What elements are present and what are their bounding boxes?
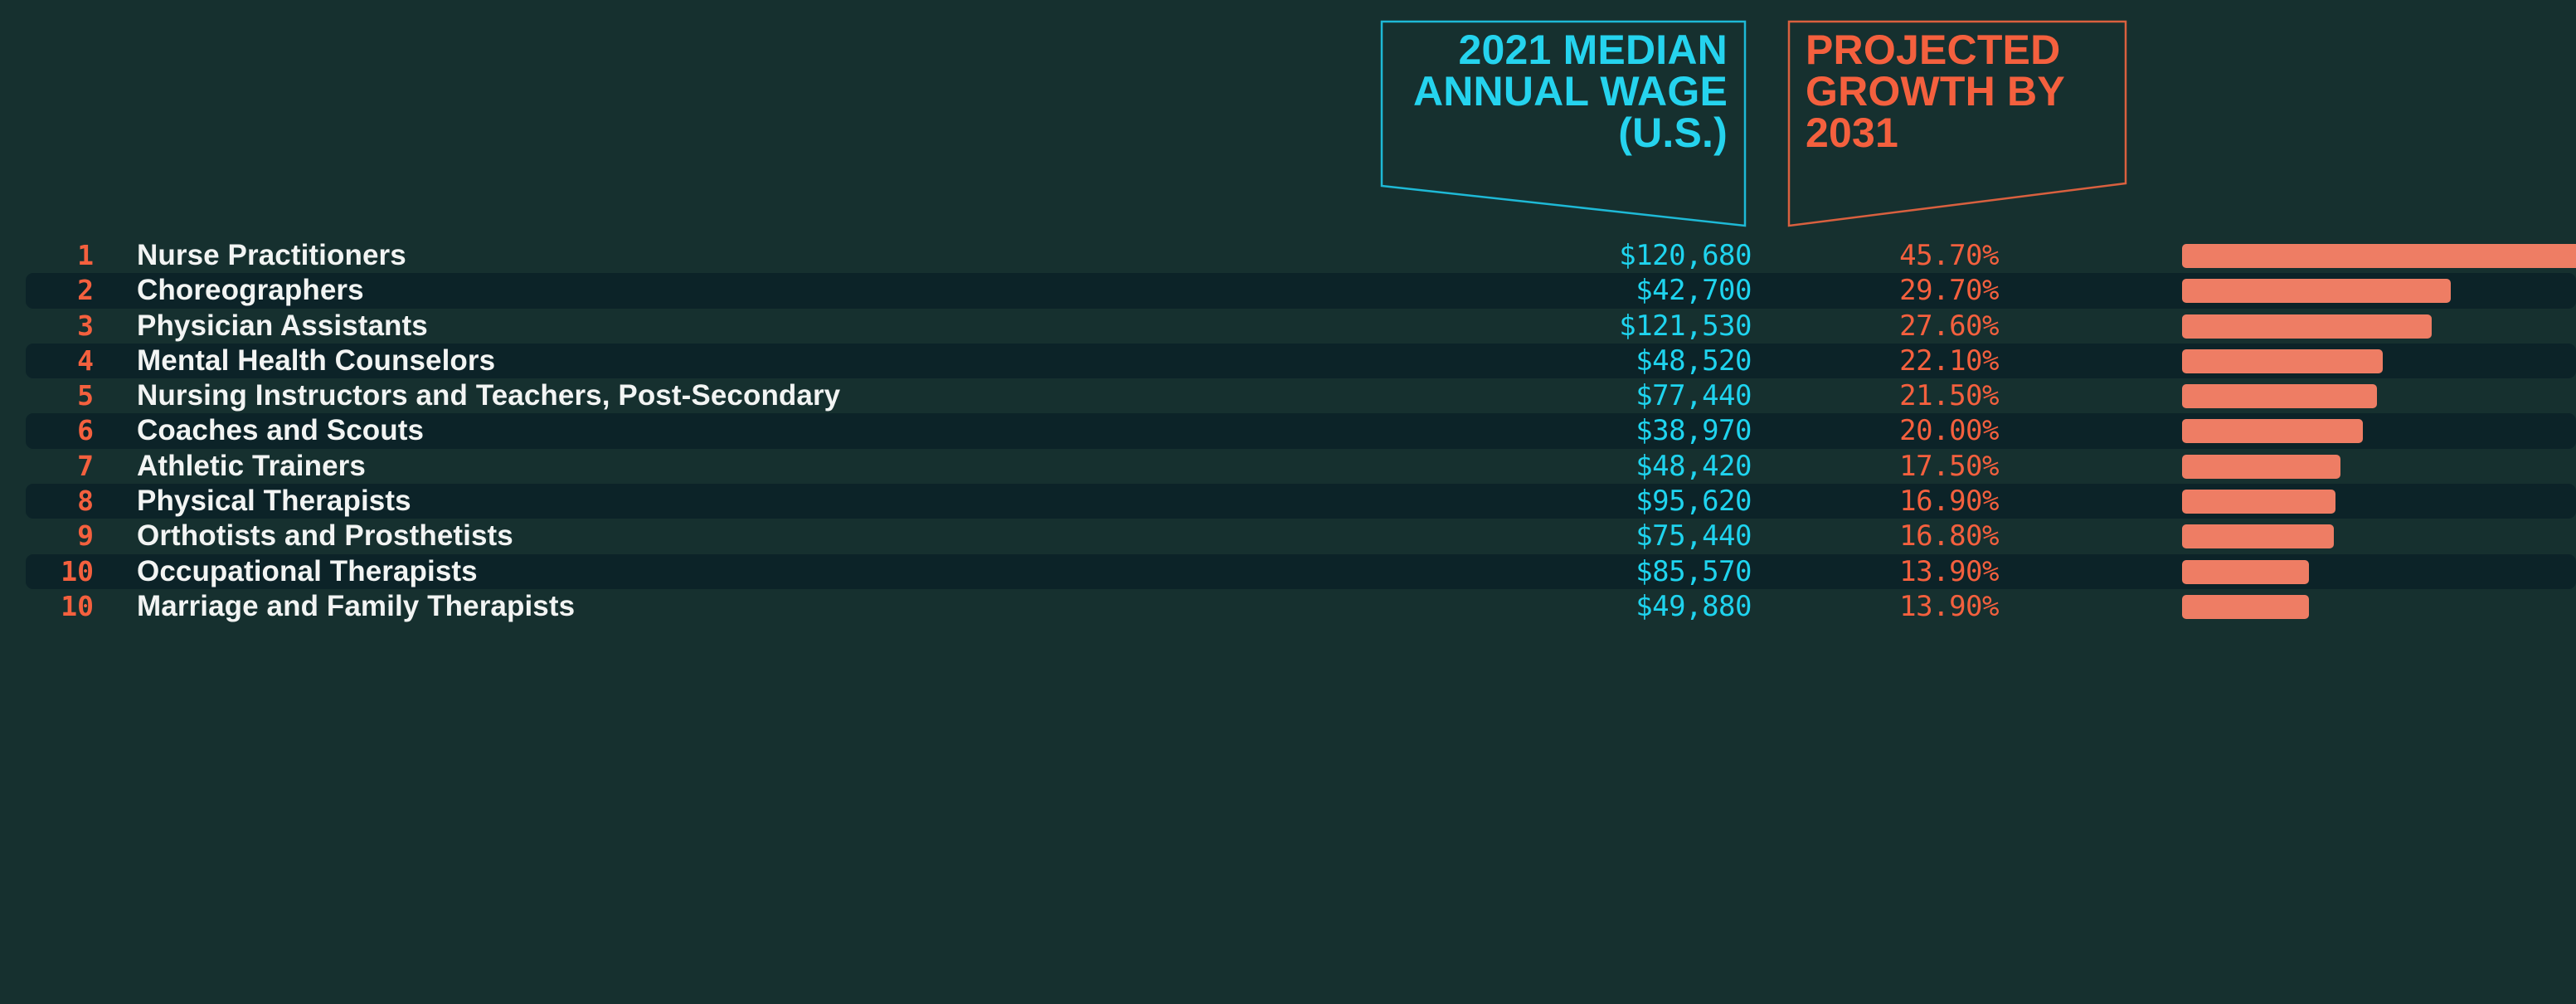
rank-number: 1 [77,239,94,271]
growth-bar [2182,384,2377,409]
rank-number: 6 [77,414,94,447]
growth-bar-track [2182,309,2576,344]
table-row[interactable]: 10 Marriage and Family Therapists $49,880 1… [0,589,2576,624]
median-annual-wage: $48,420 [1636,449,1752,483]
rank-number: 10 [61,554,94,587]
growth-bar [2182,559,2309,584]
rank-number: 8 [77,485,94,518]
growth-header-line3: 2031 [1806,110,1899,156]
growth-bar [2182,490,2335,514]
projected-growth: 16.80% [1899,519,1999,553]
column-headers: 2021 MEDIAN ANNUAL WAGE (U.S.) PROJECTED GR… [0,0,2576,238]
growth-bar [2182,244,2576,268]
growth-bar-track [2182,238,2576,273]
infographic-page: 2021 MEDIAN ANNUAL WAGE (U.S.) PROJECTED GR… [0,0,2576,1004]
median-annual-wage: $95,620 [1636,485,1752,519]
table-row[interactable]: 2 Choreographers $42,700 29.70% [0,273,2576,309]
growth-bar-track [2182,413,2576,448]
wage-header-line3: (U.S.) [1618,110,1728,156]
table-row[interactable]: 5 Nursing Instructors and Teachers, Post-… [0,378,2576,413]
growth-bar-track [2182,344,2576,378]
median-annual-wage: $48,520 [1636,344,1752,378]
table-row[interactable]: 6 Coaches and Scouts $38,970 20.00% [0,413,2576,449]
projected-growth: 22.10% [1899,344,1999,378]
median-annual-wage: $121,530 [1619,309,1752,343]
growth-bar [2182,454,2340,479]
rank-number: 4 [77,344,94,377]
occupation-name: Nursing Instructors and Teachers, Post-S… [137,379,841,412]
table-row[interactable]: 3 Physician Assistants $121,530 27.60% [0,309,2576,344]
wage-header-line2: ANNUAL WAGE [1412,68,1728,115]
rank-number: 10 [61,589,94,622]
occupation-name: Mental Health Counselors [137,344,496,377]
occupation-name: Athletic Trainers [137,449,366,482]
wage-header-text: 2021 MEDIAN ANNUAL WAGE (U.S.) [1381,29,1728,154]
growth-bar-track [2182,449,2576,484]
growth-bar [2182,279,2451,304]
growth-column-header: PROJECTED GROWTH BY 2031 [1787,20,2129,228]
growth-bar [2182,594,2309,619]
growth-bar-track [2182,484,2576,519]
growth-bar-track [2182,273,2576,308]
occupation-name: Occupational Therapists [137,554,478,587]
projected-growth: 13.90% [1899,554,1999,588]
median-annual-wage: $75,440 [1636,519,1752,553]
occupation-name: Coaches and Scouts [137,414,425,447]
growth-bar [2182,348,2383,373]
rank-number: 2 [77,274,94,307]
projected-growth: 17.50% [1899,449,1999,483]
wage-column-header: 2021 MEDIAN ANNUAL WAGE (U.S.) [1380,20,1747,228]
occupation-name: Marriage and Family Therapists [137,589,576,622]
occupation-name: Choreographers [137,274,364,307]
projected-growth: 16.90% [1899,485,1999,519]
rank-number: 3 [77,309,94,342]
growth-header-line2: GROWTH BY [1806,68,2065,115]
growth-bar-track [2182,519,2576,553]
growth-header-text: PROJECTED GROWTH BY 2031 [1806,29,2129,154]
growth-bar [2182,524,2334,549]
growth-header-line1: PROJECTED [1806,27,2061,73]
growth-bar-track [2182,378,2576,413]
median-annual-wage: $77,440 [1636,379,1752,413]
projected-growth: 21.50% [1899,379,1999,413]
occupation-name: Orthotists and Prosthetists [137,519,513,553]
table-row[interactable]: 8 Physical Therapists $95,620 16.90% [0,484,2576,519]
table-row[interactable]: 7 Athletic Trainers $48,420 17.50% [0,449,2576,484]
rank-number: 7 [77,449,94,482]
median-annual-wage: $42,700 [1636,274,1752,308]
median-annual-wage: $49,880 [1636,589,1752,623]
occupation-name: Physician Assistants [137,309,428,342]
rank-number: 5 [77,379,94,412]
rank-number: 9 [77,519,94,553]
growth-bar [2182,314,2432,339]
projected-growth: 45.70% [1899,239,1999,272]
growth-bar [2182,419,2363,444]
occupation-name: Physical Therapists [137,485,411,518]
projected-growth: 27.60% [1899,309,1999,343]
projected-growth: 29.70% [1899,274,1999,308]
occupation-name: Nurse Practitioners [137,239,406,271]
projected-growth: 20.00% [1899,414,1999,448]
table-row[interactable]: 4 Mental Health Counselors $48,520 22.10% [0,343,2576,379]
table-row[interactable]: 1 Nurse Practitioners $120,680 45.70% [0,238,2576,273]
growth-bar-track [2182,554,2576,589]
median-annual-wage: $120,680 [1619,239,1752,272]
occupation-table: 1 Nurse Practitioners $120,680 45.70% 2 Chore… [0,238,2576,624]
table-row[interactable]: 9 Orthotists and Prosthetists $75,440 16.80… [0,519,2576,553]
wage-header-line1: 2021 MEDIAN [1458,27,1728,73]
median-annual-wage: $85,570 [1636,554,1752,588]
table-row[interactable]: 10 Occupational Therapists $85,570 13.90% [0,553,2576,589]
growth-bar-track [2182,589,2576,624]
median-annual-wage: $38,970 [1636,414,1752,448]
projected-growth: 13.90% [1899,589,1999,623]
